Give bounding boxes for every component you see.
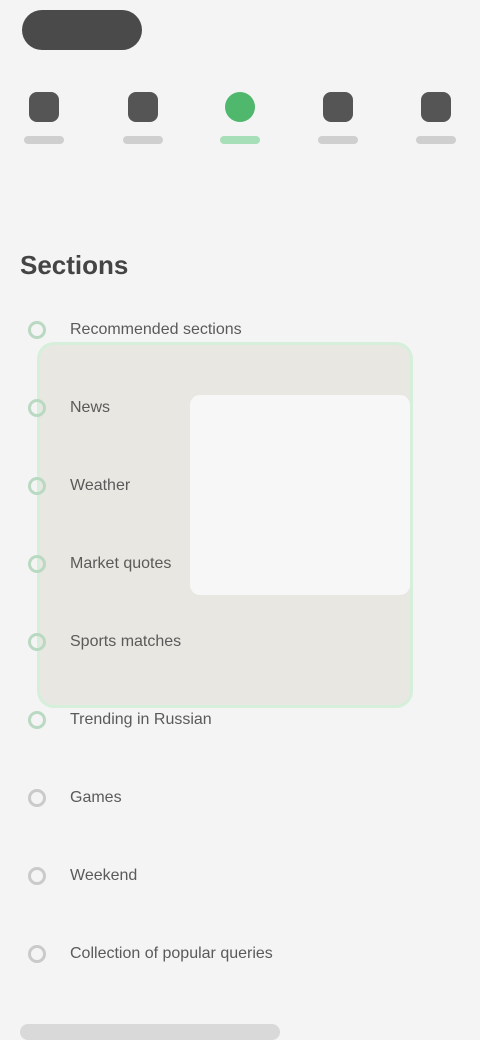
list-item-label: Games	[70, 789, 122, 806]
tab-2-icon	[128, 92, 158, 122]
check-icon	[28, 399, 46, 417]
list-item[interactable]: Collection of popular queries	[0, 924, 480, 984]
list-item[interactable]: News	[0, 378, 480, 438]
tab-4-label	[318, 136, 358, 144]
check-icon	[28, 555, 46, 573]
check-icon	[28, 477, 46, 495]
list-item-label: Collection of popular queries	[70, 945, 273, 962]
top-pill-button[interactable]	[22, 10, 142, 50]
list-item[interactable]: Market quotes	[0, 534, 480, 594]
list-item[interactable]: Weekend	[0, 846, 480, 906]
list-item[interactable]: Recommended sections	[0, 300, 480, 360]
tab-5-label	[416, 136, 456, 144]
tab-1-label	[24, 136, 64, 144]
plus-icon	[28, 945, 46, 963]
app-screen: Sections Recommended sections News Weath…	[0, 0, 480, 1040]
tab-bar	[0, 92, 480, 172]
list-item-label: Trending in Russian	[70, 711, 212, 728]
list-item-label: Market quotes	[70, 555, 172, 572]
list-item-label: Sports matches	[70, 633, 182, 650]
list-item[interactable]: Weather	[0, 456, 480, 516]
list-item-label: News	[70, 399, 111, 416]
check-icon	[28, 321, 46, 339]
list-item[interactable]: Sports matches	[0, 612, 480, 672]
tab-1[interactable]	[14, 92, 74, 162]
tab-3-active[interactable]	[210, 92, 270, 162]
plus-icon	[28, 867, 46, 885]
section-title: Sections	[20, 250, 129, 280]
tab-1-icon	[29, 92, 59, 122]
tab-5[interactable]	[406, 92, 466, 162]
tab-5-icon	[421, 92, 451, 122]
tab-3-icon	[225, 92, 255, 122]
tab-4-icon	[323, 92, 353, 122]
list-item-label: Recommended sections	[70, 321, 242, 338]
check-icon	[28, 633, 46, 651]
tab-3-label	[220, 136, 260, 144]
list-item-label: Weather	[70, 477, 131, 494]
check-icon	[28, 711, 46, 729]
list-item[interactable]: Trending in Russian	[0, 690, 480, 750]
list-item-label: Weekend	[70, 867, 138, 884]
tab-2-label	[123, 136, 163, 144]
tab-2[interactable]	[113, 92, 173, 162]
bottom-partial-row	[20, 1024, 280, 1040]
plus-icon	[28, 789, 46, 807]
list-item[interactable]: Games	[0, 768, 480, 828]
tab-4[interactable]	[308, 92, 368, 162]
